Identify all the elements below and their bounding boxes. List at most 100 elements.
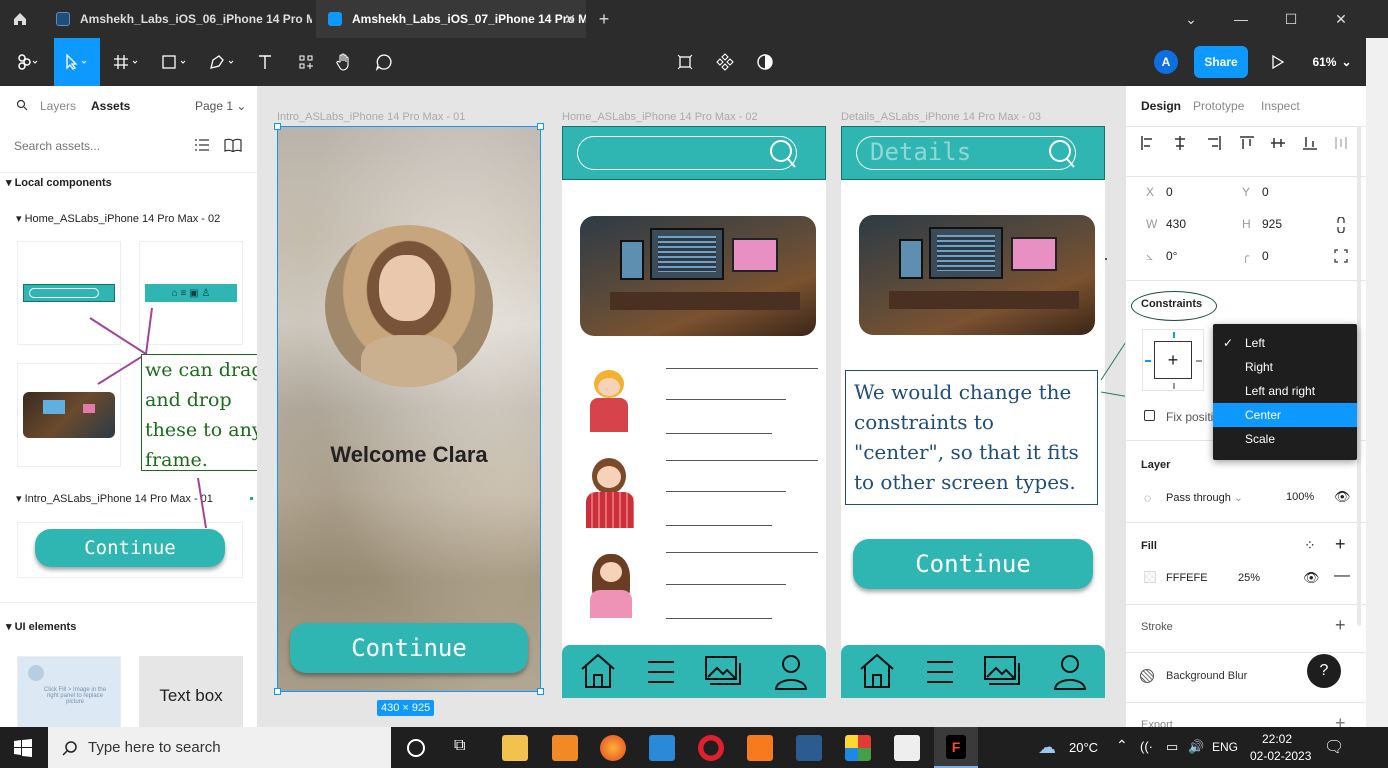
present-play-icon[interactable] <box>1266 38 1290 86</box>
opera-icon[interactable] <box>698 735 724 761</box>
crop-frame-icon[interactable] <box>672 38 698 86</box>
add-export-icon[interactable]: + <box>1335 713 1346 727</box>
gallery-icon[interactable] <box>983 655 1023 689</box>
components-icon[interactable] <box>712 38 738 86</box>
tab-prototype[interactable]: Prototype <box>1193 99 1244 113</box>
volume-icon[interactable]: 🔊 <box>1188 739 1204 755</box>
task-view-icon[interactable]: ⧉ <box>454 737 465 755</box>
close-tab-icon[interactable]: ✕ <box>564 11 576 28</box>
sublime-text-icon[interactable] <box>552 735 578 761</box>
panel-scrollbar[interactable] <box>1357 126 1361 626</box>
y-input[interactable]: 0 <box>1262 185 1269 199</box>
library-book-icon[interactable] <box>224 138 242 155</box>
menu-item-left-and-right[interactable]: Left and right <box>1213 379 1357 403</box>
avatar[interactable]: A <box>1153 38 1179 86</box>
list-view-icon[interactable] <box>194 138 210 155</box>
share-button[interactable]: Share <box>1194 46 1248 78</box>
radius-input[interactable]: 0 <box>1262 249 1269 263</box>
blend-mode-dropdown[interactable]: Pass through ⌄ <box>1166 491 1243 504</box>
component-group-home[interactable]: ▾ Home_ASLabs_iPhone 14 Pro Max - 02 <box>16 212 220 225</box>
background-blur-label[interactable]: Background Blur <box>1166 670 1247 682</box>
layer-opacity-input[interactable]: 100% <box>1286 491 1314 503</box>
figma-taskbar-button[interactable]: F <box>934 727 978 768</box>
file-tab-2-active[interactable]: Amshekh_Labs_iOS_07_iPhone 14 Pro M ✕ <box>316 0 586 38</box>
height-input[interactable]: 925 <box>1262 217 1282 231</box>
width-input[interactable]: 430 <box>1166 217 1186 231</box>
home-frame[interactable] <box>562 126 826 698</box>
clock-date[interactable]: 02-02-2023 <box>1250 749 1311 763</box>
home-icon[interactable] <box>578 651 618 691</box>
details-search-bar[interactable]: Details <box>841 126 1105 180</box>
move-tool-icon[interactable] <box>54 38 100 86</box>
gallery-icon[interactable] <box>704 655 744 689</box>
home-search-bar[interactable] <box>562 126 826 180</box>
zoom-dropdown[interactable]: 61% ⌄ <box>1308 38 1356 86</box>
minimize-icon[interactable]: — <box>1216 0 1266 38</box>
tab-inspect[interactable]: Inspect <box>1261 99 1300 113</box>
contrast-icon[interactable] <box>752 38 778 86</box>
search-assets-input[interactable] <box>14 136 174 156</box>
add-stroke-icon[interactable]: + <box>1335 615 1346 636</box>
firefox-icon[interactable] <box>600 735 626 761</box>
hand-tool-icon[interactable] <box>330 38 358 86</box>
menu-item-left[interactable]: ✓ Left <box>1213 331 1357 355</box>
eye-icon[interactable]: 👁 <box>1334 489 1351 505</box>
resources-icon[interactable] <box>292 38 320 86</box>
text-box-component[interactable]: Text box <box>139 656 243 727</box>
frame-title-details[interactable]: Details_ASLabs_iPhone 14 Pro Max - 03 <box>841 111 1041 123</box>
search-icon[interactable] <box>769 139 797 172</box>
pen-tool-icon[interactable] <box>204 38 244 86</box>
new-tab-icon[interactable]: + <box>592 0 616 38</box>
independent-corners-icon[interactable] <box>1334 249 1348 263</box>
constraints-widget[interactable]: + <box>1142 329 1204 391</box>
fill-swatch[interactable] <box>1144 571 1156 583</box>
rectangle-tool-icon[interactable] <box>156 38 196 86</box>
weather-icon[interactable]: ☁ <box>1038 737 1056 758</box>
canvas[interactable]: Intro_ASLabs_iPhone 14 Pro Max - 01 Home… <box>258 86 1125 727</box>
fix-position-checkbox[interactable] <box>1144 410 1155 421</box>
home-icon[interactable] <box>0 0 40 38</box>
image-placeholder-component[interactable]: Click Fill > Image in the right panel to… <box>17 656 121 727</box>
file-tab-1[interactable]: Amshekh_Labs_iOS_06_iPhone 14 Pro Ma <box>44 0 312 38</box>
menu-item-right[interactable]: Right <box>1213 355 1357 379</box>
remove-fill-icon[interactable]: — <box>1334 567 1350 585</box>
xampp-icon[interactable] <box>747 735 773 761</box>
rotation-input[interactable]: 0° <box>1166 249 1177 263</box>
windows-start-icon[interactable] <box>14 739 32 760</box>
tab-assets[interactable]: Assets <box>91 99 130 113</box>
file-explorer-icon[interactable] <box>502 735 528 761</box>
details-continue-button[interactable]: Continue <box>853 539 1093 589</box>
constrain-proportions-icon[interactable] <box>1336 217 1346 233</box>
help-button[interactable]: ? <box>1307 654 1341 688</box>
comment-tool-icon[interactable] <box>370 38 398 86</box>
fill-opacity-input[interactable]: 25% <box>1238 572 1260 584</box>
temperature[interactable]: 20°C <box>1069 740 1098 755</box>
fill-hex-input[interactable]: FFFEFE <box>1166 572 1208 584</box>
pycharm-icon[interactable] <box>796 735 822 761</box>
page-selector[interactable]: Page 1 ⌄ <box>195 99 246 113</box>
language-indicator[interactable]: ENG <box>1212 740 1238 754</box>
x-input[interactable]: 0 <box>1166 185 1173 199</box>
tab-design[interactable]: Design <box>1141 99 1181 113</box>
tab-layers[interactable]: Layers <box>40 99 76 113</box>
menu-item-scale[interactable]: Scale <box>1213 427 1357 451</box>
battery-icon[interactable]: ▭ <box>1166 739 1178 755</box>
menu-icon[interactable] <box>925 659 955 685</box>
eye-icon[interactable]: 👁 <box>1303 570 1320 586</box>
maximize-icon[interactable]: ☐ <box>1266 0 1316 38</box>
search-icon[interactable] <box>1048 139 1076 172</box>
clock-time[interactable]: 22:02 <box>1262 732 1292 746</box>
home-icon[interactable] <box>857 651 897 691</box>
profile-icon[interactable] <box>1053 653 1087 691</box>
app-icon[interactable] <box>845 735 871 761</box>
notifications-icon[interactable]: 🗨 <box>1324 737 1344 757</box>
vscode-icon[interactable] <box>649 735 675 761</box>
taskbar-search-box[interactable]: Type here to search <box>48 727 391 768</box>
frame-tool-icon[interactable] <box>108 38 148 86</box>
close-window-icon[interactable]: ✕ <box>1316 0 1366 38</box>
search-field[interactable] <box>577 136 797 170</box>
network-icon[interactable]: ((· <box>1140 739 1153 754</box>
styles-grid-icon[interactable]: ⁘ <box>1304 537 1316 554</box>
ui-elements-header[interactable]: ▾ UI elements <box>6 620 76 633</box>
chevron-down-icon[interactable]: ⌄ <box>1166 0 1216 38</box>
